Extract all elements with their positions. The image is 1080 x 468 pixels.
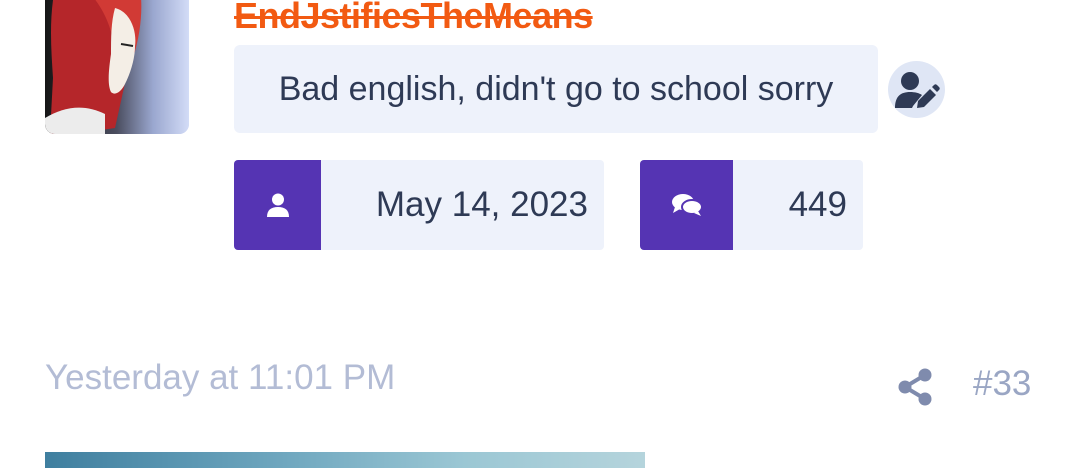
avatar-image bbox=[45, 0, 189, 134]
user-custom-title: Bad english, didn't go to school sorry bbox=[234, 45, 878, 133]
post-number-link[interactable]: #33 bbox=[973, 364, 1031, 404]
attachment-image[interactable] bbox=[45, 452, 645, 468]
username[interactable]: EndJstifiesTheMeans bbox=[234, 0, 593, 38]
messages-icon-box bbox=[640, 160, 733, 250]
comments-icon bbox=[671, 194, 702, 216]
messages-stat: 449 bbox=[640, 160, 863, 250]
post-timestamp[interactable]: Yesterday at 11:01 PM bbox=[45, 358, 395, 398]
joined-icon-box bbox=[234, 160, 321, 250]
share-button[interactable] bbox=[896, 366, 934, 408]
post-page: EndJstifiesTheMeans Bad english, didn't … bbox=[0, 0, 1080, 468]
joined-stat: May 14, 2023 bbox=[234, 160, 604, 250]
share-icon bbox=[898, 368, 932, 406]
messages-count: 449 bbox=[788, 185, 847, 224]
avatar[interactable] bbox=[45, 0, 189, 134]
user-icon bbox=[266, 193, 289, 217]
joined-date: May 14, 2023 bbox=[375, 185, 588, 224]
user-edit-icon bbox=[894, 71, 940, 108]
edit-user-button[interactable] bbox=[888, 61, 945, 118]
